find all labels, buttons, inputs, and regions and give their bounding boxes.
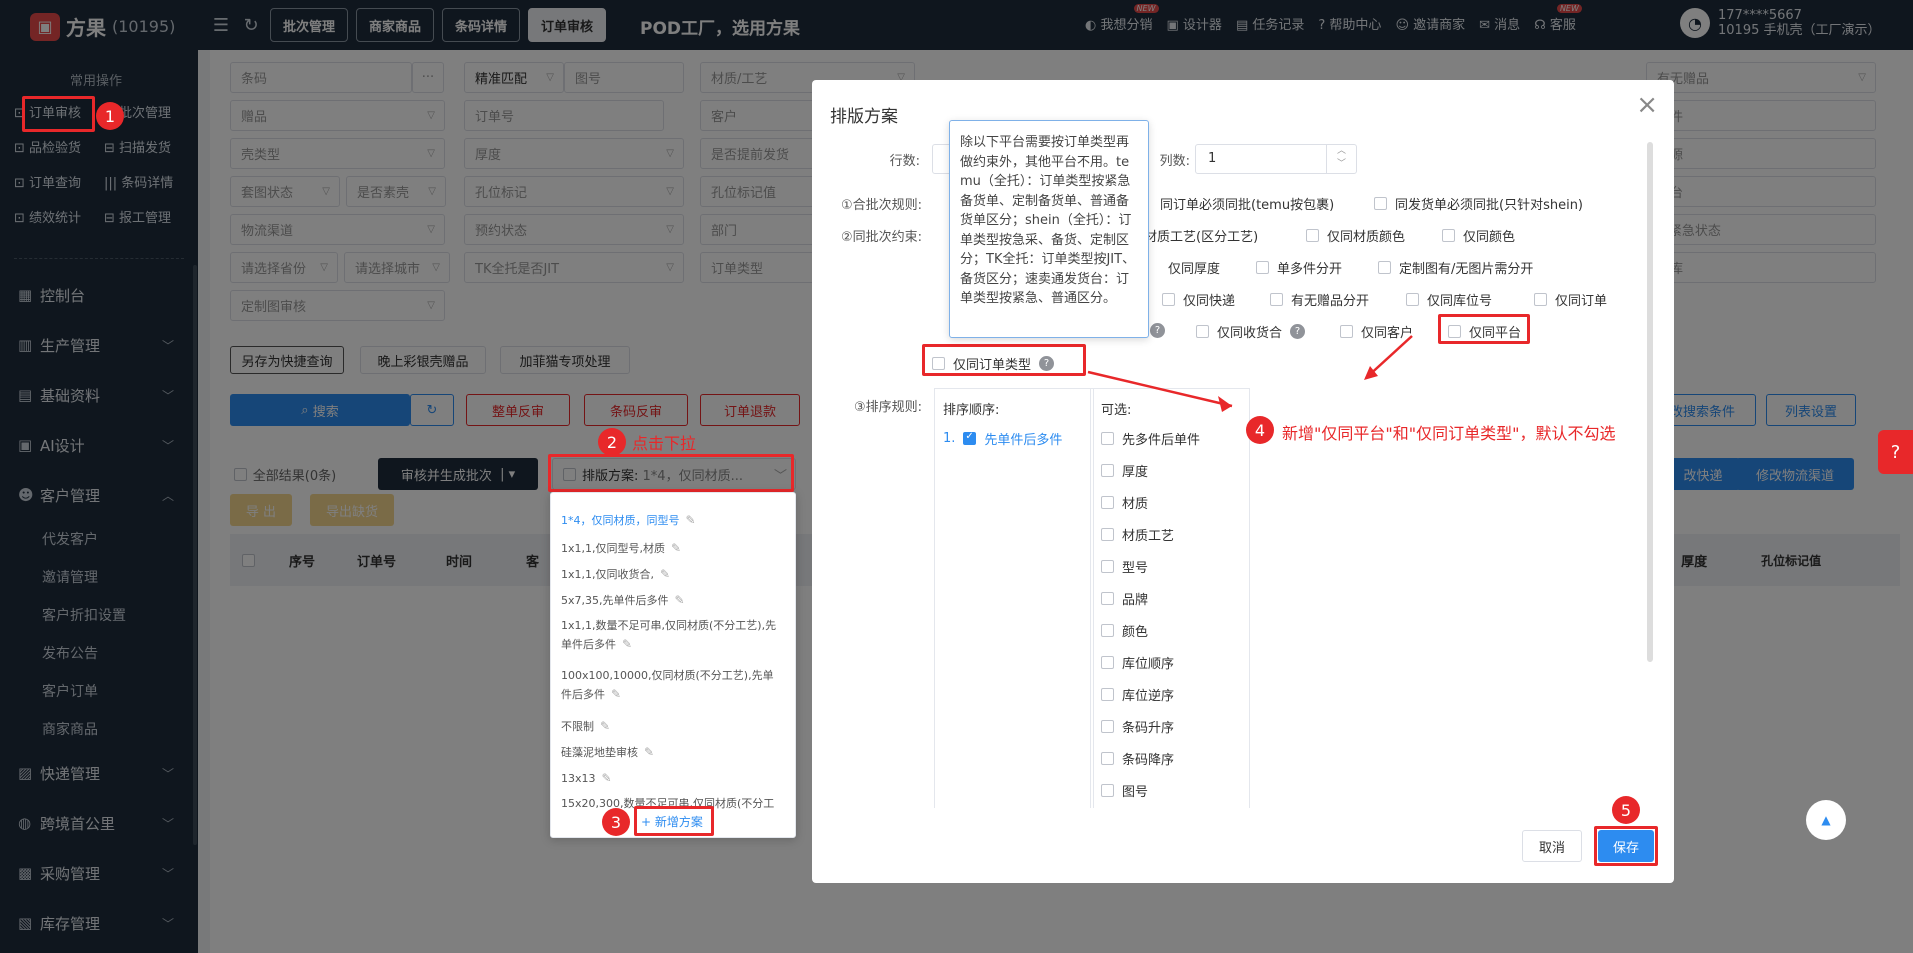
step-3-marker: 3	[602, 808, 630, 836]
avail-option[interactable]: 库位顺序	[1101, 653, 1174, 672]
rule1-label: ①合批次规则:	[840, 198, 922, 213]
highlight-platform	[1438, 314, 1530, 344]
plan-option[interactable]: 5x7,35,先单件后多件 ✎	[561, 591, 781, 610]
cols-label: 列数:	[1159, 154, 1190, 169]
opt-gift[interactable]: 有无赠品分开	[1270, 290, 1369, 309]
rule2-label: ②同批次约束:	[840, 230, 922, 245]
highlight-order-audit	[22, 96, 95, 132]
help-float-icon[interactable]: ?	[1878, 430, 1913, 474]
plan-option[interactable]: 1x1,1,仅同型号,材质 ✎	[561, 539, 781, 558]
avail-option[interactable]: 材质工艺	[1101, 525, 1174, 544]
modal-scrollbar[interactable]	[1647, 142, 1653, 662]
sort-order-panel: 排序顺序: 1. 先单件后多件	[934, 388, 1094, 808]
cancel-button[interactable]: 取消	[1522, 830, 1582, 862]
opt-same-order[interactable]: 同订单必须同批(temu按包裹)	[1160, 194, 1334, 213]
sort-order-title: 排序顺序:	[943, 403, 1000, 418]
opt-material-craft[interactable]: 材质工艺(区分工艺)	[1144, 226, 1258, 245]
highlight-save	[1594, 826, 1658, 866]
rule3-label: ③排序规则:	[853, 400, 922, 415]
edit-icon: ✎	[674, 593, 685, 607]
cols-input[interactable]: 1 ︿ ﹀	[1195, 144, 1357, 174]
stepper-icon: ︿ ﹀	[1326, 145, 1356, 173]
edit-icon: ✎	[601, 771, 612, 785]
avail-option[interactable]: 厚度	[1101, 461, 1148, 480]
opt-order[interactable]: 仅同订单	[1534, 290, 1607, 309]
opt-express[interactable]: 仅同快递	[1162, 290, 1235, 309]
available-panel: 可选: 先多件后单件 厚度 材质 材质工艺 型号 品牌 颜色 库位顺序 库位逆序…	[1090, 388, 1250, 808]
edit-icon: ✎	[685, 513, 696, 527]
edit-icon: ✎	[644, 745, 655, 759]
sort-selected-item[interactable]: 1. 先单件后多件	[943, 429, 1062, 448]
opt-thickness[interactable]: 仅同厚度	[1168, 258, 1220, 277]
plan-option[interactable]: 1x1,1,数量不足可串,仅同材质(不分工艺),先单件后多件 ✎	[561, 617, 781, 654]
avail-option[interactable]: 先多件后单件	[1101, 429, 1200, 448]
highlight-new-plan	[634, 806, 714, 836]
modal-title: 排版方案	[830, 107, 898, 127]
avail-option[interactable]: 型号	[1101, 557, 1148, 576]
edit-icon: ✎	[600, 719, 611, 733]
plan-modal: 排版方案 × 行数: 列数: 1 ︿ ﹀ ①合批次规则: 同订单必须同批(temu按…	[812, 80, 1674, 883]
opt-material-color[interactable]: 仅同材质颜色	[1306, 226, 1405, 245]
opt-same-shipping[interactable]: 同发货单必须同批(只针对shein)	[1374, 194, 1583, 213]
edit-icon: ✎	[660, 567, 671, 581]
avail-option[interactable]: 库位逆序	[1101, 685, 1174, 704]
step-4-marker: 4	[1246, 416, 1274, 444]
edit-icon: ✎	[671, 541, 682, 555]
step-5-marker: 5	[1612, 796, 1640, 824]
plan-option[interactable]: 1x1,1,仅同收货合, ✎	[561, 565, 781, 584]
opt-custom-image[interactable]: 定制图有/无图片需分开	[1378, 258, 1533, 277]
avail-option[interactable]: 图号	[1101, 781, 1148, 800]
step-1-marker: 1	[96, 102, 124, 130]
avail-option[interactable]: 颜色	[1101, 621, 1148, 640]
step-4-text: 新增"仅同平台"和"仅同订单类型"，默认不勾选	[1282, 424, 1616, 443]
close-icon[interactable]: ×	[1636, 90, 1658, 120]
plan-dropdown: 1*4，仅同材质，同型号 ✎ 1x1,1,仅同型号,材质 ✎ 1x1,1,仅同收货合…	[550, 492, 796, 838]
highlight-plan-select	[548, 454, 794, 492]
rows-label: 行数:	[889, 154, 920, 169]
avail-option[interactable]: 条码降序	[1101, 749, 1174, 768]
opt-single-multi[interactable]: 单多件分开	[1256, 258, 1342, 277]
highlight-order-type	[922, 344, 1086, 376]
opt-color[interactable]: 仅同颜色	[1442, 226, 1515, 245]
avail-option[interactable]: 品牌	[1101, 589, 1148, 608]
plan-option[interactable]: 100x100,10000,仅同材质(不分工艺),先单件后多件 ✎	[561, 667, 781, 704]
edit-icon: ✎	[611, 687, 622, 701]
plan-option[interactable]: 不限制 ✎	[561, 717, 781, 736]
arrows	[1087, 335, 1413, 412]
opt-location[interactable]: 仅同库位号	[1406, 290, 1492, 309]
avail-option[interactable]: 条码升序	[1101, 717, 1174, 736]
step-2-marker: 2	[598, 428, 626, 456]
back-to-top-icon[interactable]: ▲	[1806, 800, 1846, 840]
edit-icon: ✎	[622, 637, 633, 651]
plan-option[interactable]: 13x13 ✎	[561, 769, 781, 788]
order-type-tooltip: 除以下平台需要按订单类型再做约束外，其他平台不用。temu（全托）：订单类型按紧…	[949, 120, 1149, 338]
plan-option[interactable]: 硅藻泥地垫审核 ✎	[561, 743, 781, 762]
step-2-text: 点击下拉	[632, 434, 697, 453]
avail-option[interactable]: 材质	[1101, 493, 1148, 512]
plan-option[interactable]: 1*4，仅同材质，同型号 ✎	[561, 511, 781, 530]
